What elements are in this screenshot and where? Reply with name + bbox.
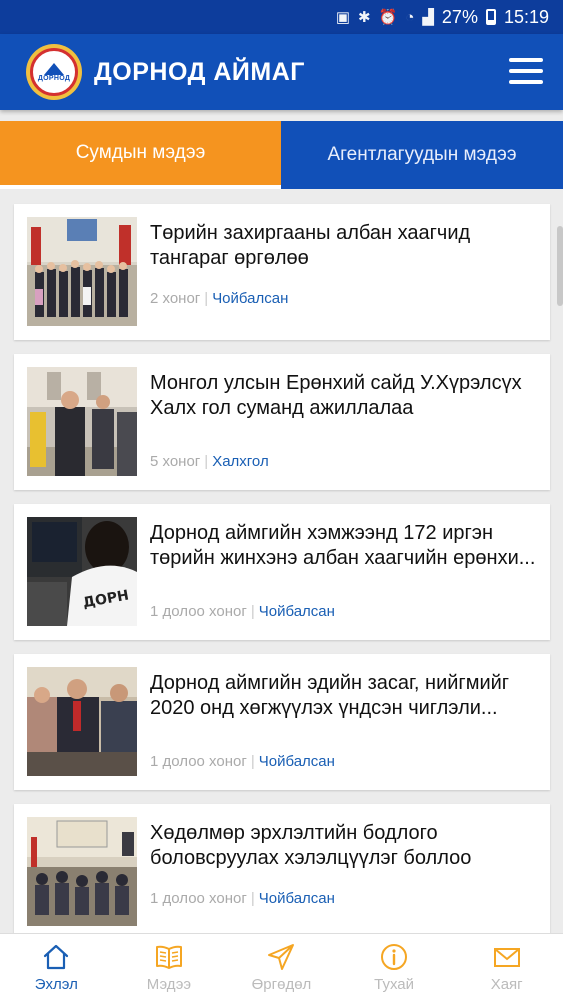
signal-icon: ▟ xyxy=(422,9,434,26)
news-thumbnail: ДОРН xyxy=(27,517,137,626)
logo-emblem: ДОРНОД xyxy=(30,48,78,96)
nav-petition[interactable]: Өргөдөл xyxy=(225,934,338,1000)
news-time: 1 долоо хоног xyxy=(150,753,247,770)
news-thumbnail xyxy=(27,817,137,926)
logo-text: ДОРНОД xyxy=(37,74,71,82)
news-time: 5 хоног xyxy=(150,453,201,470)
alarm-icon: ⏰ xyxy=(378,9,398,26)
meta-divider: | xyxy=(250,890,255,907)
news-card[interactable]: Монгол улсын Ерөнхий сайд У.Хүрэлсүх Хал… xyxy=(14,354,550,490)
nav-label: Өргөдөл xyxy=(251,975,312,993)
battery-icon xyxy=(485,9,496,25)
news-title[interactable]: Хөдөлмөр эрхлэлтийн бодлого боловсруулах… xyxy=(150,821,536,871)
tab-agency-news[interactable]: Агентлагуудын мэдээ xyxy=(281,121,563,189)
nav-news[interactable]: Мэдээ xyxy=(113,934,226,1000)
news-card[interactable]: ДОРН Дорнод аймгийн хэмжээнд 172 иргэн т… xyxy=(14,504,550,640)
menu-line xyxy=(509,80,543,84)
news-location[interactable]: Чойбалсан xyxy=(259,753,335,770)
news-time: 2 хоног xyxy=(150,290,201,307)
news-location[interactable]: Чойбалсан xyxy=(259,603,335,620)
news-card[interactable]: Дорнод аймгийн эдийн засаг, нийгмийг 202… xyxy=(14,654,550,790)
nav-about[interactable]: Тухай xyxy=(338,934,451,1000)
news-meta: 5 хоног | Халхгол xyxy=(150,453,269,470)
news-location[interactable]: Чойбалсан xyxy=(259,890,335,907)
menu-button[interactable] xyxy=(509,58,543,84)
send-icon xyxy=(268,943,295,970)
news-thumbnail xyxy=(27,667,137,776)
app-title: ДОРНОД АЙМАГ xyxy=(94,57,305,86)
meta-divider: | xyxy=(250,753,255,770)
nav-home[interactable]: Эхлэл xyxy=(0,934,113,1000)
image-icon: ▣ xyxy=(335,9,351,26)
meta-divider: | xyxy=(204,290,209,307)
battery-percent: 27% xyxy=(441,6,478,27)
info-icon xyxy=(381,943,408,970)
news-title[interactable]: Монгол улсын Ерөнхий сайд У.Хүрэлсүх Хал… xyxy=(150,371,536,421)
news-thumbnail xyxy=(27,367,137,476)
news-card[interactable]: Төрийн захиргааны албан хаагчид тангараг… xyxy=(14,204,550,340)
nav-label: Мэдээ xyxy=(146,975,191,993)
news-meta: 1 долоо хоног | Чойбалсан xyxy=(150,890,335,907)
logo-mountain xyxy=(44,62,64,75)
meta-divider: | xyxy=(204,453,209,470)
news-time: 1 долоо хоног xyxy=(150,603,247,620)
news-meta: 1 долоо хоног | Чойбалсан xyxy=(150,753,335,770)
news-thumbnail xyxy=(27,217,137,326)
meta-divider: | xyxy=(250,603,255,620)
news-meta: 1 долоо хоног | Чойбалсан xyxy=(150,603,335,620)
scrollbar[interactable] xyxy=(557,226,563,306)
news-icon xyxy=(155,945,182,969)
news-time: 1 долоо хоног xyxy=(150,890,247,907)
bluetooth-icon: ✱ xyxy=(358,9,371,26)
news-title[interactable]: Төрийн захиргааны албан хаагчид тангараг… xyxy=(150,221,536,271)
home-icon xyxy=(44,944,69,969)
mail-icon xyxy=(493,947,520,967)
news-title[interactable]: Дорнод аймгийн хэмжээнд 172 иргэн төрийн… xyxy=(150,521,536,571)
app-bar: ДОРНОД ДОРНОД АЙМАГ xyxy=(0,34,563,110)
app-logo[interactable]: ДОРНОД xyxy=(26,44,82,100)
clock: 15:19 xyxy=(503,6,549,27)
tab-sum-news[interactable]: Сумдын мэдээ xyxy=(0,121,281,189)
nav-contact[interactable]: Хаяг xyxy=(450,934,563,1000)
news-location[interactable]: Чойбалсан xyxy=(212,290,288,307)
nav-label: Хаяг xyxy=(490,975,523,993)
bottom-navigation: Эхлэл Мэдээ Өргөдөл Тухай Хаяг xyxy=(0,933,563,1000)
nav-label: Тухай xyxy=(374,975,415,993)
menu-line xyxy=(509,69,543,73)
news-location[interactable]: Халхгол xyxy=(212,453,269,470)
wifi-icon: ◔ xyxy=(405,8,415,26)
menu-line xyxy=(509,58,543,62)
news-meta: 2 хоног | Чойбалсан xyxy=(150,290,288,307)
news-card[interactable]: Хөдөлмөр эрхлэлтийн бодлого боловсруулах… xyxy=(14,804,550,940)
tab-bar: Сумдын мэдээ Агентлагуудын мэдээ xyxy=(0,121,563,189)
status-bar: ▣ ✱ ⏰ ◔ ▟ 27% 15:19 xyxy=(0,0,563,34)
news-title[interactable]: Дорнод аймгийн эдийн засаг, нийгмийг 202… xyxy=(150,671,536,721)
nav-label: Эхлэл xyxy=(34,975,78,993)
